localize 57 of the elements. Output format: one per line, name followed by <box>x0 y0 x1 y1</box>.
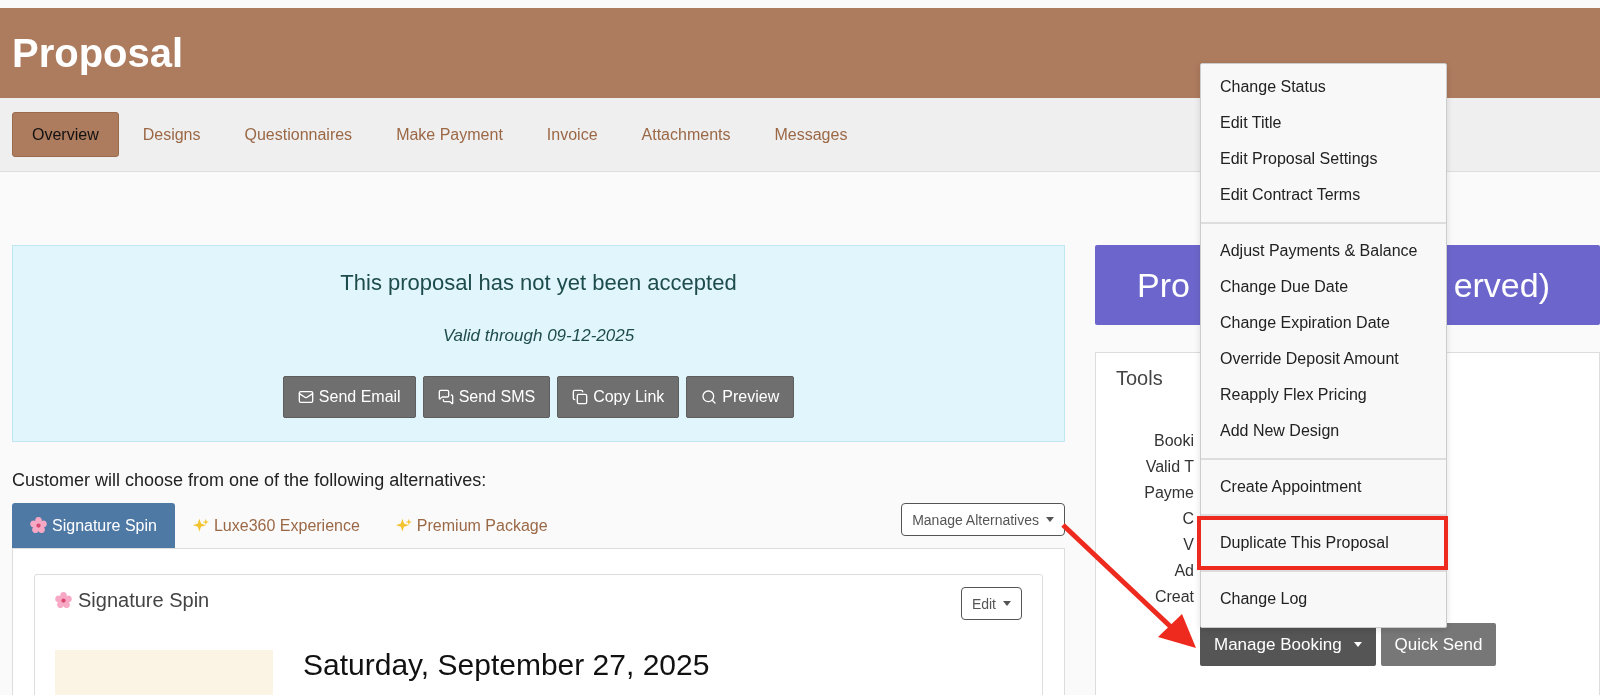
page-title: Proposal <box>12 30 184 76</box>
mail-icon <box>297 389 314 405</box>
caret-icon <box>1046 517 1054 522</box>
status-text: Pro <box>1137 265 1190 305</box>
status-text: erved) <box>1453 265 1550 305</box>
copy-icon <box>572 389 589 405</box>
nav-tab[interactable]: Invoice <box>526 112 618 157</box>
nav-tab[interactable]: Messages <box>754 112 868 157</box>
menu-item[interactable]: Add New Design <box>1220 422 1340 440</box>
caret-icon <box>1003 601 1011 606</box>
menu-item[interactable]: Override Deposit Amount <box>1220 350 1399 368</box>
blossom-icon <box>55 592 72 609</box>
design-title-text: Signature Spin <box>78 589 210 612</box>
blossom-icon <box>30 517 47 534</box>
nav-tab[interactable]: Make Payment <box>376 112 523 157</box>
menu-item[interactable]: Change Status <box>1220 78 1326 96</box>
share-button[interactable]: Copy Link <box>557 376 680 418</box>
sparkles-icon <box>192 517 209 534</box>
alternative-tab[interactable]: Luxe360 Experience <box>174 503 378 548</box>
share-button[interactable]: Preview <box>686 376 795 418</box>
menu-item[interactable]: Duplicate This Proposal <box>1220 534 1389 552</box>
detail-label: Valid T <box>1145 457 1194 477</box>
menu-item[interactable]: Edit Contract Terms <box>1220 186 1361 204</box>
menu-item[interactable]: Create Appointment <box>1220 478 1362 496</box>
tools-title: Tools <box>1116 367 1164 390</box>
manage-alternatives-button[interactable]: Manage Alternatives <box>901 503 1065 536</box>
quick-send-button[interactable]: Quick Send <box>1380 623 1497 666</box>
nav-tab[interactable]: Designs <box>122 112 221 157</box>
alternatives-intro: Customer will choose from one of the following alternatives: <box>12 470 488 491</box>
search-icon <box>701 389 718 405</box>
alternative-tab[interactable]: Premium Package <box>377 503 566 548</box>
menu-item[interactable]: Change Expiration Date <box>1220 314 1390 332</box>
detail-label: Payme <box>1144 483 1194 503</box>
detail-label: Booki <box>1153 431 1194 451</box>
caret-icon <box>1353 642 1362 647</box>
detail-label: Ad <box>1174 561 1194 581</box>
edit-button[interactable]: Edit <box>960 587 1022 620</box>
detail-label: Creat <box>1154 587 1194 607</box>
menu-item[interactable]: Edit Proposal Settings <box>1220 150 1378 168</box>
valid-through-text: Valid through 09-12-2025 <box>442 326 635 346</box>
chat-icon <box>437 389 454 405</box>
menu-item[interactable]: Change Log <box>1220 590 1308 608</box>
share-button[interactable]: Send Email <box>282 376 416 418</box>
notice-headline: This proposal has not yet been accepted <box>340 270 737 296</box>
detail-label: V <box>1183 535 1194 555</box>
nav-tab[interactable]: Questionnaires <box>224 112 373 157</box>
event-date: Saturday, September 27, 2025 <box>303 648 710 683</box>
sparkles-icon <box>395 517 412 534</box>
alternative-tab[interactable]: Signature Spin <box>12 503 175 548</box>
menu-item[interactable]: Adjust Payments & Balance <box>1220 242 1418 260</box>
detail-label: C <box>1182 509 1194 529</box>
nav-tab[interactable]: Overview <box>12 112 119 157</box>
menu-item[interactable]: Edit Title <box>1220 114 1282 132</box>
nav-tab[interactable]: Attachments <box>621 112 751 157</box>
menu-item[interactable]: Reapply Flex Pricing <box>1220 386 1367 404</box>
share-button[interactable]: Send SMS <box>422 376 551 418</box>
menu-item[interactable]: Change Due Date <box>1220 278 1349 296</box>
